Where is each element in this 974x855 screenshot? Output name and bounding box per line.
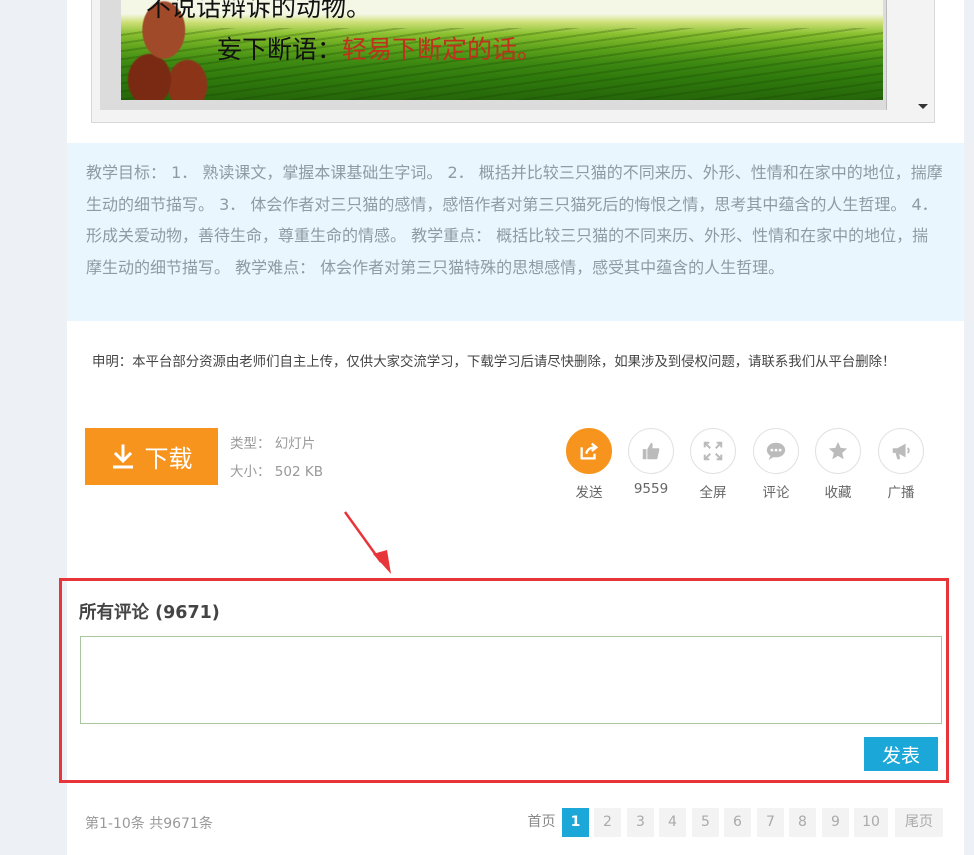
comment-input[interactable]	[80, 636, 942, 724]
comment-icon	[766, 442, 786, 461]
page-9[interactable]: 9	[822, 808, 849, 837]
share-icon	[580, 442, 599, 460]
action-bar: 发送 9559 全屏 评论 收藏 广播	[564, 428, 934, 503]
slide-image: 不说话辩诉的动物。 妄下断语：轻易下断定的话。	[121, 0, 883, 100]
page-6[interactable]: 6	[724, 808, 751, 837]
result-count: 第1-10条 共9671条	[85, 816, 213, 832]
slide-text-definition: 轻易下断定的话。	[342, 35, 543, 64]
slide-preview[interactable]: 不说话辩诉的动物。 妄下断语：轻易下断定的话。	[91, 0, 935, 123]
comment-title: 所有评论 (9671)	[79, 603, 220, 623]
page-last[interactable]: 尾页	[895, 808, 943, 837]
slide-viewport: 不说话辩诉的动物。 妄下断语：轻易下断定的话。	[100, 0, 887, 110]
action-comment[interactable]: 评论	[751, 428, 801, 501]
page-first[interactable]: 首页	[524, 808, 559, 837]
fullscreen-icon	[703, 441, 723, 461]
slide-text-term: 妄下断语：	[217, 35, 343, 64]
page-7[interactable]: 7	[757, 808, 784, 837]
page-8[interactable]: 8	[789, 808, 816, 837]
file-type: 类型： 幻灯片	[230, 436, 316, 452]
annotation-arrow-icon	[343, 511, 391, 574]
submit-comment-button[interactable]: 发表	[864, 737, 938, 771]
scroll-down-arrow-icon[interactable]	[918, 104, 928, 109]
teaching-objectives: 教学目标： 1． 熟读课文，掌握本课基础生字词。 2． 概括并比较三只猫的不同来…	[67, 143, 964, 321]
objectives-text: 教学目标： 1． 熟读课文，掌握本课基础生字词。 2． 概括并比较三只猫的不同来…	[86, 163, 943, 277]
page-10[interactable]: 10	[854, 808, 888, 837]
page-3[interactable]: 3	[627, 808, 654, 837]
comment-section: 所有评论 (9671) 发表	[59, 578, 949, 783]
action-like[interactable]: 9559	[626, 428, 676, 497]
action-broadcast[interactable]: 广播	[876, 428, 926, 501]
megaphone-icon	[892, 443, 910, 460]
action-fullscreen[interactable]: 全屏	[688, 428, 738, 501]
thumbs-up-icon	[642, 442, 660, 460]
page-4[interactable]: 4	[659, 808, 686, 837]
download-label: 下载	[144, 445, 193, 473]
action-favorite[interactable]: 收藏	[813, 428, 863, 501]
page-5[interactable]: 5	[692, 808, 719, 837]
file-size: 大小： 502 KB	[230, 464, 323, 480]
slide-text-line2: 妄下断语：轻易下断定的话。	[217, 30, 542, 66]
disclaimer-text: 申明：本平台部分资源由老师们自主上传，仅供大家交流学习，下载学习后请尽快删除，如…	[92, 355, 896, 370]
star-icon	[828, 441, 848, 460]
page-1[interactable]: 1	[562, 808, 589, 837]
action-share[interactable]: 发送	[564, 428, 614, 501]
slide-text-line1: 不说话辩诉的动物。	[146, 0, 372, 22]
page-2[interactable]: 2	[594, 808, 621, 837]
main-content: 不说话辩诉的动物。 妄下断语：轻易下断定的话。 教学目标： 1． 熟读课文，掌握…	[59, 0, 964, 855]
download-button[interactable]: 下载	[85, 428, 218, 485]
download-icon	[112, 444, 133, 468]
